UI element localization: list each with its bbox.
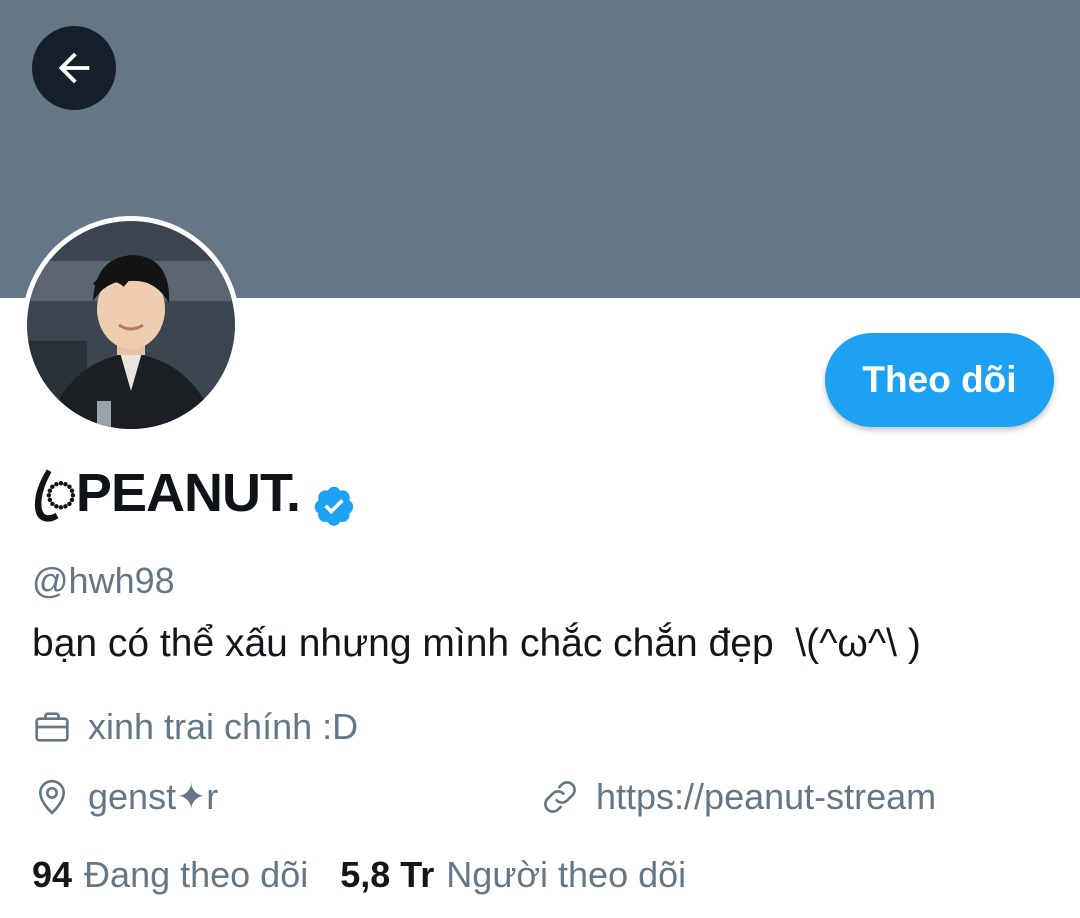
followers-count: 5,8 Tr (340, 854, 435, 895)
display-name: ꦿPEANUT. (32, 462, 301, 523)
arrow-left-icon (58, 52, 90, 84)
url-link[interactable]: https://peanut-stream (596, 776, 936, 818)
back-button[interactable] (32, 26, 116, 110)
profile-job: xinh trai chính :D (32, 706, 358, 748)
profile-url[interactable]: https://peanut-stream (540, 776, 936, 818)
profile-location: genst✦r (32, 776, 218, 818)
profile-photo (27, 221, 235, 429)
following-label: Đang theo dõi (84, 854, 309, 895)
name-row: ꦿPEANUT. (32, 463, 356, 538)
followers-label: Người theo dõi (446, 854, 687, 895)
verified-badge-icon (314, 486, 354, 526)
profile-bio: bạn có thể xấu nhưng mình chắc chắn đẹp … (32, 622, 921, 665)
follow-counts: 94 Đang theo dõi 5,8 Tr Người theo dõi (32, 854, 686, 896)
following-count: 94 (32, 854, 73, 895)
followers-link[interactable]: 5,8 Tr Người theo dõi (340, 854, 686, 896)
briefcase-icon (35, 712, 69, 742)
avatar[interactable] (22, 216, 240, 434)
follow-button[interactable]: Theo dõi (825, 333, 1054, 427)
job-text: xinh trai chính :D (88, 706, 359, 747)
location-text: genst✦r (88, 776, 219, 817)
link-icon (544, 781, 576, 813)
profile-handle: @hwh98 (32, 560, 175, 601)
location-pin-icon (38, 779, 66, 815)
following-link[interactable]: 94 Đang theo dõi (32, 854, 308, 896)
